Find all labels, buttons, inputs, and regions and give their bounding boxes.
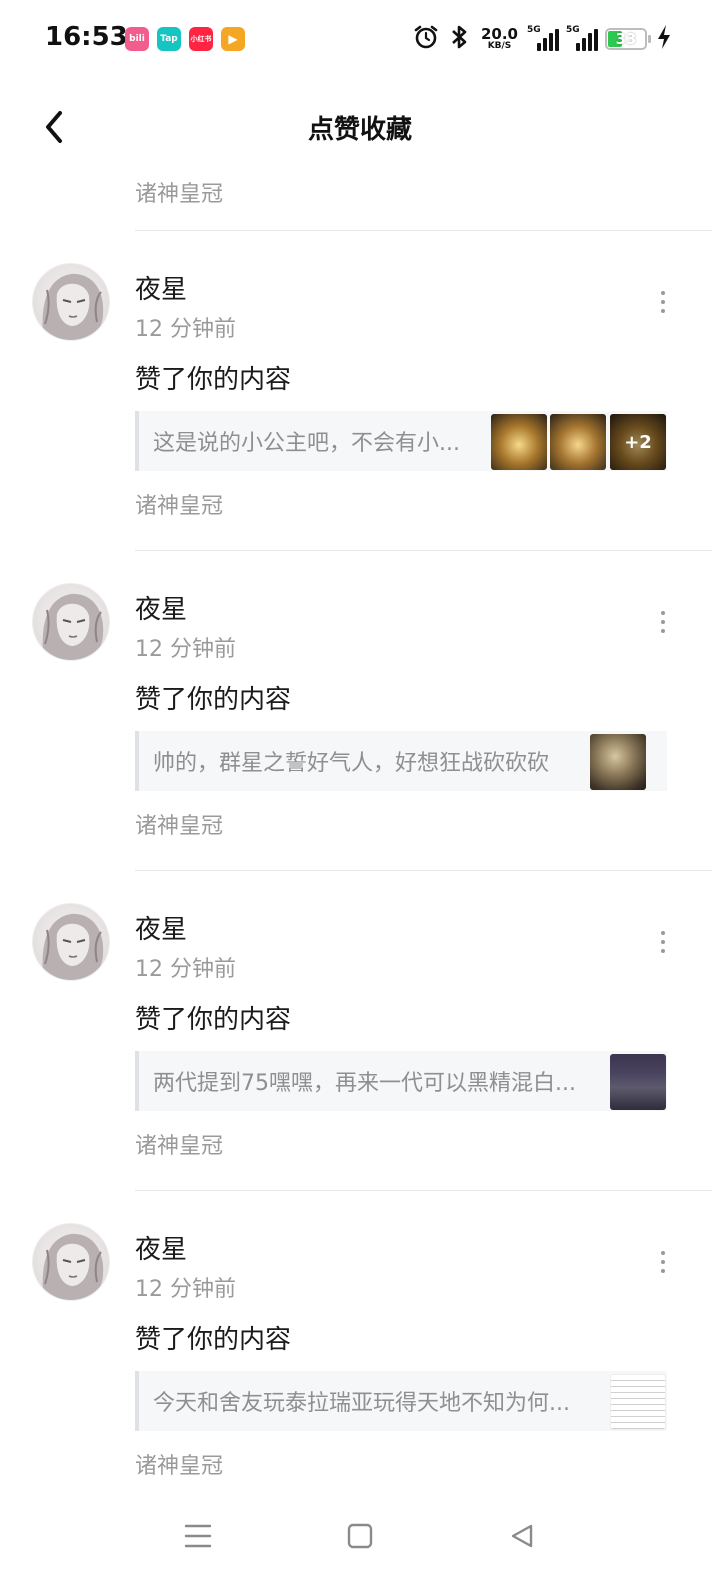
timestamp: 12 分钟前 [135, 317, 236, 342]
network-speed-unit: KB/S [487, 41, 512, 51]
action-text: 赞了你的内容 [135, 365, 292, 395]
signal-network-tag: 5G [527, 25, 541, 35]
list-item[interactable]: 夜星 12 分钟前 赞了你的内容 两代提到75嘿嘿，再来一代可以黑精混白... … [0, 871, 720, 1191]
timestamp: 12 分钟前 [135, 1277, 236, 1302]
source-label[interactable]: 诸神皇冠 [135, 1128, 223, 1160]
username[interactable]: 夜星 [135, 589, 187, 626]
source-label[interactable]: 诸神皇冠 [135, 488, 223, 520]
dot [661, 629, 665, 633]
back-triangle-icon [511, 1524, 533, 1548]
status-time: 16:53 [45, 22, 128, 52]
list-item[interactable]: 夜星 12 分钟前 赞了你的内容 今天和舍友玩泰拉瑞亚玩得天地不知为何... 诸… [0, 1191, 720, 1511]
action-text: 赞了你的内容 [135, 1005, 292, 1035]
signal-icon: 5G [527, 25, 559, 51]
signal-network-tag-2: 5G [566, 25, 580, 35]
quoted-content[interactable]: 今天和舍友玩泰拉瑞亚玩得天地不知为何... [135, 1371, 667, 1431]
source-label[interactable]: 诸神皇冠 [135, 1448, 223, 1480]
taptap-app-icon: Tap [157, 27, 181, 51]
action-text: 赞了你的内容 [135, 685, 292, 715]
dot [661, 620, 665, 624]
thumbnail-image[interactable] [610, 1054, 666, 1110]
signal-icon-2: 5G [566, 25, 598, 51]
menu-icon [184, 1524, 212, 1548]
status-indicators: 20.0 KB/S 5G 5G 33 [413, 22, 672, 56]
bluetooth-icon [448, 24, 472, 55]
more-options-button[interactable] [650, 927, 676, 957]
dot [661, 291, 665, 295]
bilibili-app-icon: bili [125, 27, 149, 51]
menu-button[interactable] [170, 1508, 226, 1564]
thumbnail-image[interactable] [590, 734, 646, 790]
page-title: 点赞收藏 [307, 115, 412, 145]
avatar[interactable] [32, 263, 110, 341]
list-item[interactable]: 夜星 12 分钟前 赞了你的内容 帅的，群星之誓好气人，好想狂战砍砍砍 诸神皇冠 [0, 551, 720, 871]
quoted-text: 这是说的小公主吧，不会有小... [153, 431, 460, 456]
battery-icon: 33 [605, 28, 651, 50]
timestamp: 12 分钟前 [135, 637, 236, 662]
list-item[interactable]: 夜星 12 分钟前 赞了你的内容 这是说的小公主吧，不会有小... +2 诸神皇… [0, 231, 720, 551]
username[interactable]: 夜星 [135, 1229, 187, 1266]
header: 点赞收藏 [0, 95, 720, 159]
video-app-icon: ▶ [221, 27, 245, 51]
more-options-button[interactable] [650, 1247, 676, 1277]
system-nav-bar [0, 1494, 720, 1584]
home-button[interactable] [332, 1508, 388, 1564]
dot [661, 611, 665, 615]
network-speed-value: 20.0 [480, 25, 518, 43]
source-label[interactable]: 诸神皇冠 [135, 808, 223, 840]
status-bar: 16:53 bili Tap 小红书 ▶ 20.0 KB/S 5G 5G 33 [0, 0, 720, 80]
quoted-text: 两代提到75嘿嘿，再来一代可以黑精混白... [153, 1071, 576, 1096]
thumbnail-image[interactable] [491, 414, 547, 470]
quoted-content[interactable]: 帅的，群星之誓好气人，好想狂战砍砍砍 [135, 731, 667, 791]
thumbnail-image[interactable] [610, 1374, 666, 1430]
avatar[interactable] [32, 583, 110, 661]
quoted-text: 帅的，群星之誓好气人，好想狂战砍砍砍 [153, 751, 550, 776]
more-images-count: +2 [610, 414, 666, 470]
alarm-icon [413, 24, 439, 55]
dot [661, 949, 665, 953]
quoted-content[interactable]: 两代提到75嘿嘿，再来一代可以黑精混白... [135, 1051, 667, 1111]
xiaohongshu-app-icon: 小红书 [189, 27, 213, 51]
charging-icon [656, 24, 672, 55]
dot [661, 300, 665, 304]
home-square-icon [347, 1523, 373, 1549]
thumbnail-image[interactable]: +2 [610, 414, 666, 470]
dot [661, 1251, 665, 1255]
quoted-text: 今天和舍友玩泰拉瑞亚玩得天地不知为何... [153, 1391, 570, 1416]
thumbnail-image[interactable] [550, 414, 606, 470]
timestamp: 12 分钟前 [135, 957, 236, 982]
action-text: 赞了你的内容 [135, 1325, 292, 1355]
dot [661, 1269, 665, 1273]
battery-level: 33 [615, 30, 637, 48]
back-nav-button[interactable] [494, 1508, 550, 1564]
dot [661, 931, 665, 935]
source-label[interactable]: 诸神皇冠 [135, 176, 223, 208]
avatar[interactable] [32, 903, 110, 981]
dot [661, 1260, 665, 1264]
more-options-button[interactable] [650, 287, 676, 317]
more-options-button[interactable] [650, 607, 676, 637]
avatar[interactable] [32, 1223, 110, 1301]
dot [661, 309, 665, 313]
username[interactable]: 夜星 [135, 909, 187, 946]
dot [661, 940, 665, 944]
network-speed: 20.0 KB/S [481, 27, 518, 51]
username[interactable]: 夜星 [135, 269, 187, 306]
